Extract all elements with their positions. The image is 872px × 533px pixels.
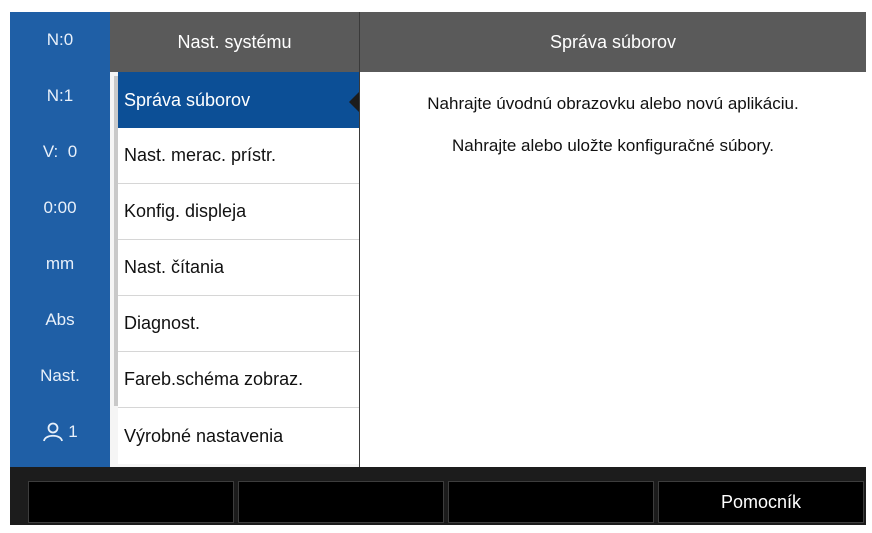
menu-item-encoder-setup[interactable]: Nast. merac. prístr.	[118, 128, 359, 184]
menu-title: Nast. systému	[110, 12, 359, 72]
content-panel: Nahrajte úvodnú obrazovku alebo novú apl…	[360, 72, 866, 467]
help-button[interactable]: Pomocník	[658, 481, 864, 523]
status-item-user[interactable]: 1	[10, 404, 110, 460]
softkey-2[interactable]	[238, 481, 444, 523]
menu-item-label: Konfig. displeja	[124, 201, 247, 221]
content-title: Správa súborov	[360, 12, 866, 72]
status-item-n1[interactable]: N:1	[10, 68, 110, 124]
softkey-1[interactable]	[28, 481, 234, 523]
softkey-3[interactable]	[448, 481, 654, 523]
menu-item-label: Nast. čítania	[124, 257, 225, 277]
menu-item-display-config[interactable]: Konfig. displeja	[118, 184, 359, 240]
status-item-timer[interactable]: 0:00	[10, 180, 110, 236]
status-item-units[interactable]: mm	[10, 236, 110, 292]
menu-item-label: Diagnost.	[124, 313, 201, 333]
status-label: N:0	[46, 30, 74, 49]
status-item-feedrate[interactable]: V: 0	[10, 124, 110, 180]
status-label: 1	[68, 422, 78, 441]
menu-item-color-scheme[interactable]: Fareb.schéma zobraz.	[118, 352, 359, 408]
status-item-settings[interactable]: Nast.	[10, 348, 110, 404]
content-line: Nahrajte alebo uložte konfiguračné súbor…	[452, 136, 774, 155]
softkey-label: Pomocník	[720, 491, 802, 512]
status-label: 0:00	[43, 198, 77, 217]
menu-item-file-management[interactable]: Správa súborov	[118, 72, 359, 128]
menu-scrollbar[interactable]	[114, 76, 118, 406]
status-item-mode[interactable]: Abs	[10, 292, 110, 348]
status-label: V: 0	[42, 142, 78, 161]
status-item-n0[interactable]: N:0	[10, 12, 110, 68]
content-line: Nahrajte úvodnú obrazovku alebo novú apl…	[427, 94, 799, 113]
status-label: Nast.	[40, 366, 80, 385]
menu-item-readout-setup[interactable]: Nast. čítania	[118, 240, 359, 296]
user-icon	[43, 422, 64, 442]
menu-item-label: Fareb.schéma zobraz.	[124, 369, 304, 389]
menu-item-label: Nast. merac. prístr.	[124, 145, 277, 165]
menu-item-label: Výrobné nastavenia	[124, 425, 284, 446]
menu-item-diagnostics[interactable]: Diagnost.	[118, 296, 359, 352]
menu-item-label: Správa súborov	[124, 89, 251, 110]
selection-pointer-icon	[349, 92, 359, 112]
menu-item-factory-defaults[interactable]: Výrobné nastavenia	[118, 408, 359, 464]
status-label: N:1	[46, 86, 74, 105]
status-label: Abs	[45, 310, 75, 329]
status-label: mm	[45, 254, 75, 273]
status-bar: N:0 N:1 V: 0 0:00 mm Abs Nast. 1	[10, 12, 110, 467]
settings-menu: Správa súborov Nast. merac. prístr. Konf…	[110, 72, 359, 467]
